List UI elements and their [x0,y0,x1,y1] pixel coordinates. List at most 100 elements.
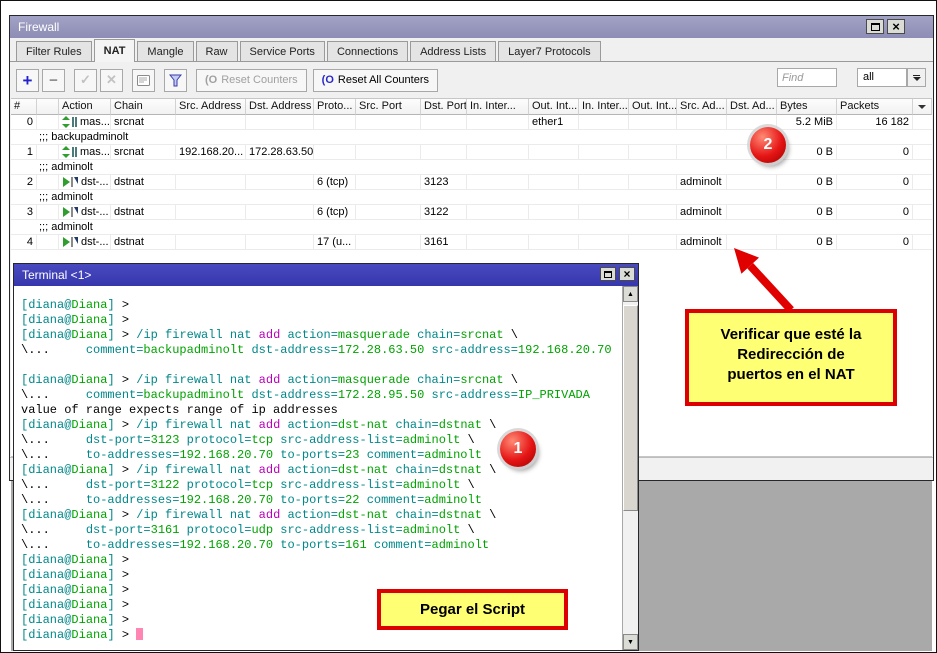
tab-connections[interactable]: Connections [327,41,408,62]
column-header[interactable]: Dst. Address [246,99,314,115]
table-cell [176,175,246,189]
column-header[interactable]: Src. Port [356,99,421,115]
add-button[interactable]: + [16,69,39,92]
tab-layer7-protocols[interactable]: Layer7 Protocols [498,41,601,62]
table-cell [629,145,677,159]
terminal-close-button[interactable]: × [619,267,635,281]
scroll-down-icon: ▼ [627,639,634,646]
dst-nat-icon [62,206,78,218]
dst-nat-icon [62,236,78,248]
scroll-down-button[interactable]: ▼ [623,634,638,650]
masquerade-icon [62,116,77,128]
terminal-titlebar[interactable]: Terminal <1> × [14,264,638,286]
remove-button[interactable]: − [42,69,65,92]
terminal-line: [diana@Diana] > /ip firewall nat add act… [21,418,622,433]
table-cell [356,235,421,249]
filter-scope-select[interactable]: all [857,68,907,87]
column-header[interactable]: Action [59,99,111,115]
enable-button[interactable]: ✓ [74,69,97,92]
table-cell [37,145,59,159]
column-header[interactable] [37,99,59,115]
table-cell: mas... [59,145,111,159]
dropdown-arrow-icon [913,75,921,81]
maximize-button[interactable] [866,19,884,34]
table-cell: 172.28.63.50 [246,145,314,159]
table-row[interactable]: 2dst-...dstnat6 (tcp)3123adminolt0 B0 [11,175,932,190]
close-icon: × [892,22,900,32]
terminal-line: \... comment=backupadminolt dst-address=… [21,343,622,358]
tab-bar: Filter RulesNATMangleRawService PortsCon… [16,40,603,62]
tab-address-lists[interactable]: Address Lists [410,41,496,62]
column-header[interactable]: Out. Int... [529,99,579,115]
close-button[interactable]: × [887,19,905,34]
column-header[interactable]: Dst. Ad... [727,99,777,115]
tab-service-ports[interactable]: Service Ports [240,41,325,62]
table-cell [629,235,677,249]
column-options-button[interactable] [913,99,932,115]
table-cell: 17 (u... [314,235,356,249]
annotation-badge-1: 1 [500,431,536,467]
table-cell [467,235,529,249]
table-row[interactable]: 3dst-...dstnat6 (tcp)3122adminolt0 B0 [11,205,932,220]
comment-row[interactable]: ;;; adminolt [11,160,932,175]
column-header[interactable]: In. Inter... [579,99,629,115]
column-header[interactable]: Dst. Port [421,99,467,115]
callout-text-line: Verificar que esté la [689,325,893,345]
table-row[interactable]: 1mas...srcnat192.168.20...172.28.63.500 … [11,145,932,160]
reset-all-counters-button[interactable]: (O Reset All Counters [313,69,438,92]
terminal-line: [diana@Diana] > /ip firewall nat add act… [21,508,622,523]
table-cell [913,205,932,219]
terminal-line: [diana@Diana] > [21,298,622,313]
column-header[interactable]: Chain [111,99,176,115]
column-header[interactable]: # [11,99,37,115]
scrollbar-thumb[interactable] [623,305,638,511]
table-cell [246,235,314,249]
table-body: 0mas...srcnatether15.2 MiB16 182;;; back… [11,115,932,250]
table-cell [176,205,246,219]
callout-text-line: Redirección de [689,345,893,365]
table-cell [677,145,727,159]
find-input[interactable] [777,68,837,87]
terminal-line: \... to-addresses=192.168.20.70 to-ports… [21,538,622,553]
table-row[interactable]: 0mas...srcnatether15.2 MiB16 182 [11,115,932,130]
table-cell: 16 182 [837,115,913,129]
terminal-scrollbar[interactable]: ▲ ▼ [622,286,638,650]
filter-button[interactable] [164,69,187,92]
annotation-arrow [699,237,809,319]
column-header[interactable]: Src. Address [176,99,246,115]
table-cell [629,175,677,189]
plus-icon: + [23,73,33,88]
column-header[interactable]: In. Inter... [467,99,529,115]
table-cell: mas... [59,115,111,129]
table-cell [421,115,467,129]
table-cell [913,115,932,129]
dropdown-arrow-button[interactable] [907,68,926,87]
column-header[interactable]: Src. Ad... [677,99,727,115]
sort-arrow-icon [918,105,926,109]
table-cell: 192.168.20... [176,145,246,159]
comment-row[interactable]: ;;; adminolt [11,220,932,235]
column-header[interactable]: Out. Int... [629,99,677,115]
reset-counters-button[interactable]: (O Reset Counters [196,69,307,92]
column-header[interactable]: Bytes [777,99,837,115]
terminal-maximize-button[interactable] [600,267,616,281]
tab-nat[interactable]: NAT [94,39,136,62]
comment-row[interactable]: ;;; adminolt [11,190,932,205]
table-cell [579,175,629,189]
table-cell: 0 B [777,205,837,219]
tab-raw[interactable]: Raw [196,41,238,62]
tab-filter-rules[interactable]: Filter Rules [16,41,92,62]
firewall-titlebar[interactable]: Firewall × [10,16,933,38]
terminal-line: [diana@Diana] > [21,553,622,568]
table-cell [356,145,421,159]
comment-row[interactable]: ;;; backupadminolt [11,130,932,145]
terminal-line: [diana@Diana] > [21,313,622,328]
disable-button[interactable]: ✕ [100,69,123,92]
terminal-line: \... dst-port=3161 protocol=udp src-addr… [21,523,622,538]
column-header[interactable]: Packets [837,99,913,115]
comment-button[interactable] [132,69,155,92]
scroll-up-button[interactable]: ▲ [623,286,638,302]
column-header[interactable]: Proto... [314,99,356,115]
terminal-line: \... dst-port=3122 protocol=tcp src-addr… [21,478,622,493]
tab-mangle[interactable]: Mangle [137,41,193,62]
